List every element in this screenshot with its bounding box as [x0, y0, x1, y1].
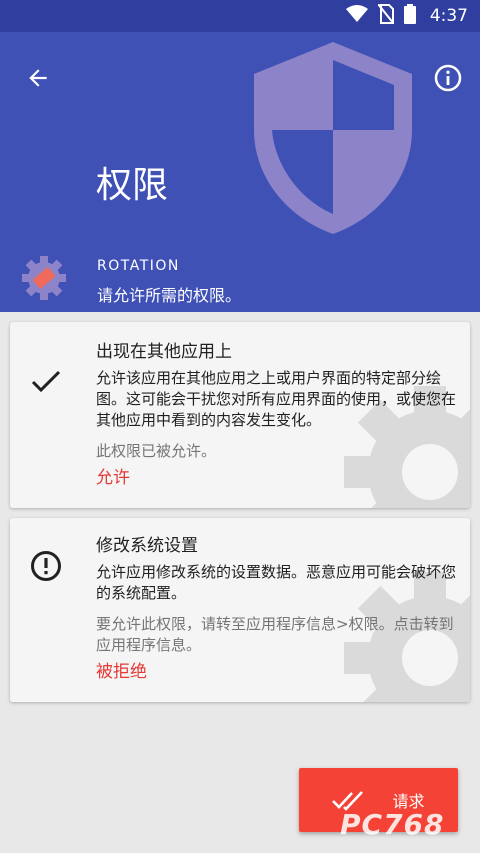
info-icon — [434, 64, 462, 92]
app-name: ROTATION — [97, 258, 180, 274]
permission-header: 权限 ROTATION 请允许所需的权限。 — [0, 32, 480, 312]
battery-icon — [403, 4, 416, 28]
alert-icon — [26, 546, 66, 586]
permission-status-denied[interactable]: 被拒绝 — [96, 660, 147, 684]
status-icons: 4:37 — [345, 3, 468, 28]
check-icon — [26, 362, 66, 402]
wifi-icon — [345, 5, 368, 27]
permission-text: 出现在其他应用上 允许该应用在其他应用之上或用户界面的特定部分绘图。这可能会干扰… — [96, 340, 456, 462]
header-subtitle: 请允许所需的权限。 — [97, 286, 242, 305]
status-bar: 4:37 — [0, 0, 480, 32]
permission-note: 要允许此权限，请转至应用程序信息>权限。点击转到应用程序信息。 — [96, 615, 454, 654]
no-sim-icon — [377, 3, 395, 28]
permission-title: 出现在其他应用上 — [96, 342, 232, 362]
page-title: 权限 — [96, 165, 169, 206]
info-button[interactable] — [424, 54, 472, 102]
status-time: 4:37 — [429, 6, 468, 26]
rotation-app-icon — [22, 256, 66, 300]
permission-title: 修改系统设置 — [96, 536, 198, 556]
back-button[interactable] — [14, 54, 62, 102]
arrow-back-icon — [29, 69, 47, 87]
permission-note: 此权限已被允许。 — [96, 442, 217, 460]
permission-text: 修改系统设置 允许应用修改系统的设置数据。恶意应用可能会破坏您的系统配置。 要允… — [96, 534, 456, 656]
watermark-logo: PC768 — [340, 808, 445, 841]
permission-status-granted[interactable]: 允许 — [96, 466, 130, 490]
permission-description: 允许该应用在其他应用之上或用户界面的特定部分绘图。这可能会干扰您对所有应用界面的… — [96, 369, 457, 429]
permission-description: 允许应用修改系统的设置数据。恶意应用可能会破坏您的系统配置。 — [96, 563, 457, 602]
permission-card-write-settings[interactable]: 修改系统设置 允许应用修改系统的设置数据。恶意应用可能会破坏您的系统配置。 要允… — [10, 518, 470, 702]
shield-icon — [254, 42, 412, 234]
permission-card-overlay[interactable]: 出现在其他应用上 允许该应用在其他应用之上或用户界面的特定部分绘图。这可能会干扰… — [10, 322, 470, 508]
